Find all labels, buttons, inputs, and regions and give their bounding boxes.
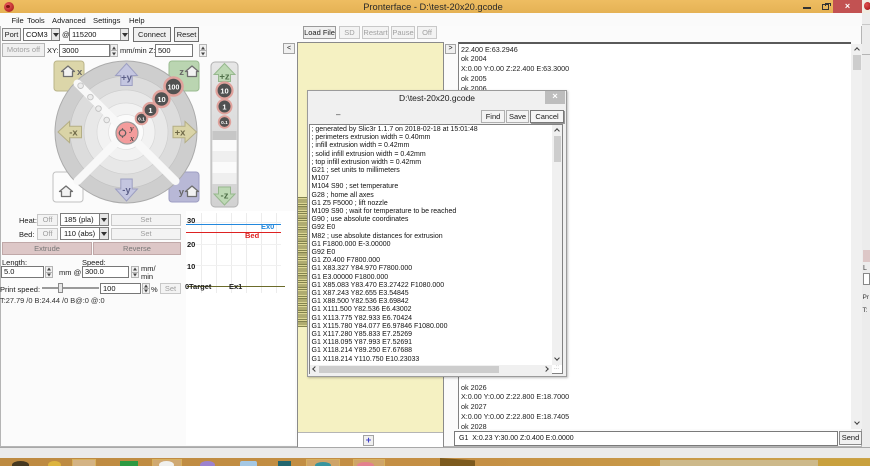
svg-text:1: 1 (222, 103, 226, 112)
svg-text:+y: +y (121, 73, 133, 84)
svg-text:-x: -x (69, 128, 78, 139)
svg-text:1: 1 (148, 106, 152, 115)
svg-text:100: 100 (168, 85, 180, 92)
svg-text:z: z (179, 67, 184, 78)
svg-text:0.1: 0.1 (221, 120, 228, 126)
svg-text:10: 10 (220, 87, 228, 96)
svg-text:+x: +x (175, 128, 187, 139)
svg-text:-y: -y (122, 185, 131, 196)
svg-text:y: y (179, 187, 185, 198)
svg-text:10: 10 (157, 95, 165, 104)
svg-text:y: y (129, 124, 134, 133)
svg-text:0.1: 0.1 (138, 117, 145, 123)
svg-text:x: x (129, 134, 134, 143)
svg-text:-z: -z (221, 191, 229, 202)
svg-text:+z: +z (219, 72, 230, 83)
